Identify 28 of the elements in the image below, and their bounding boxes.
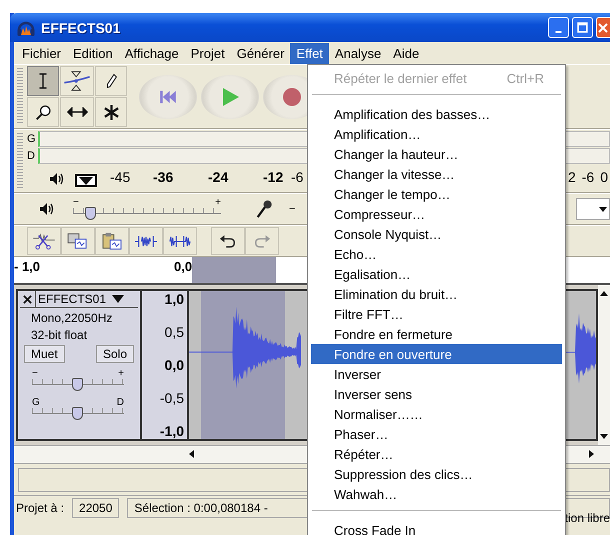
slider-max-label: D	[116, 398, 124, 407]
slider-max-label: +	[118, 369, 124, 378]
meter-scale-label: -12	[263, 169, 284, 185]
ruler-label: 0,0	[174, 259, 192, 274]
track-sample-text: 32-bit float	[31, 328, 88, 342]
scale-label: -1,0	[160, 423, 184, 439]
channel-label: G	[27, 132, 37, 144]
slider-max-label: +	[215, 198, 221, 206]
scale-label: -0,5	[160, 390, 184, 406]
meter-scale-label: -24	[208, 169, 228, 185]
track-format-text: Mono,22050Hz	[31, 311, 114, 325]
meter-scale-label: 2	[568, 169, 576, 185]
meter-scale-label: -36	[153, 169, 174, 185]
slider-min-label: −	[289, 203, 296, 215]
scale-label: 0,0	[164, 357, 184, 373]
channel-label: D	[27, 150, 36, 162]
window-title: EFFECTS01	[41, 20, 122, 36]
meter-scale-label: -6	[582, 169, 594, 185]
meter-scale-label: 0	[600, 169, 608, 185]
slider-min-label: −	[73, 198, 79, 206]
scale-label: 0,5	[164, 324, 184, 340]
project-rate-label: Projet à :	[16, 501, 64, 515]
ruler-label: - 1,0	[14, 259, 40, 274]
slider-min-label: G	[32, 398, 40, 407]
scale-label: 1,0	[164, 291, 184, 307]
meter-scale-label: -45	[110, 169, 130, 185]
meter-scale-label: -6	[291, 169, 304, 185]
slider-min-label: −	[32, 369, 38, 378]
